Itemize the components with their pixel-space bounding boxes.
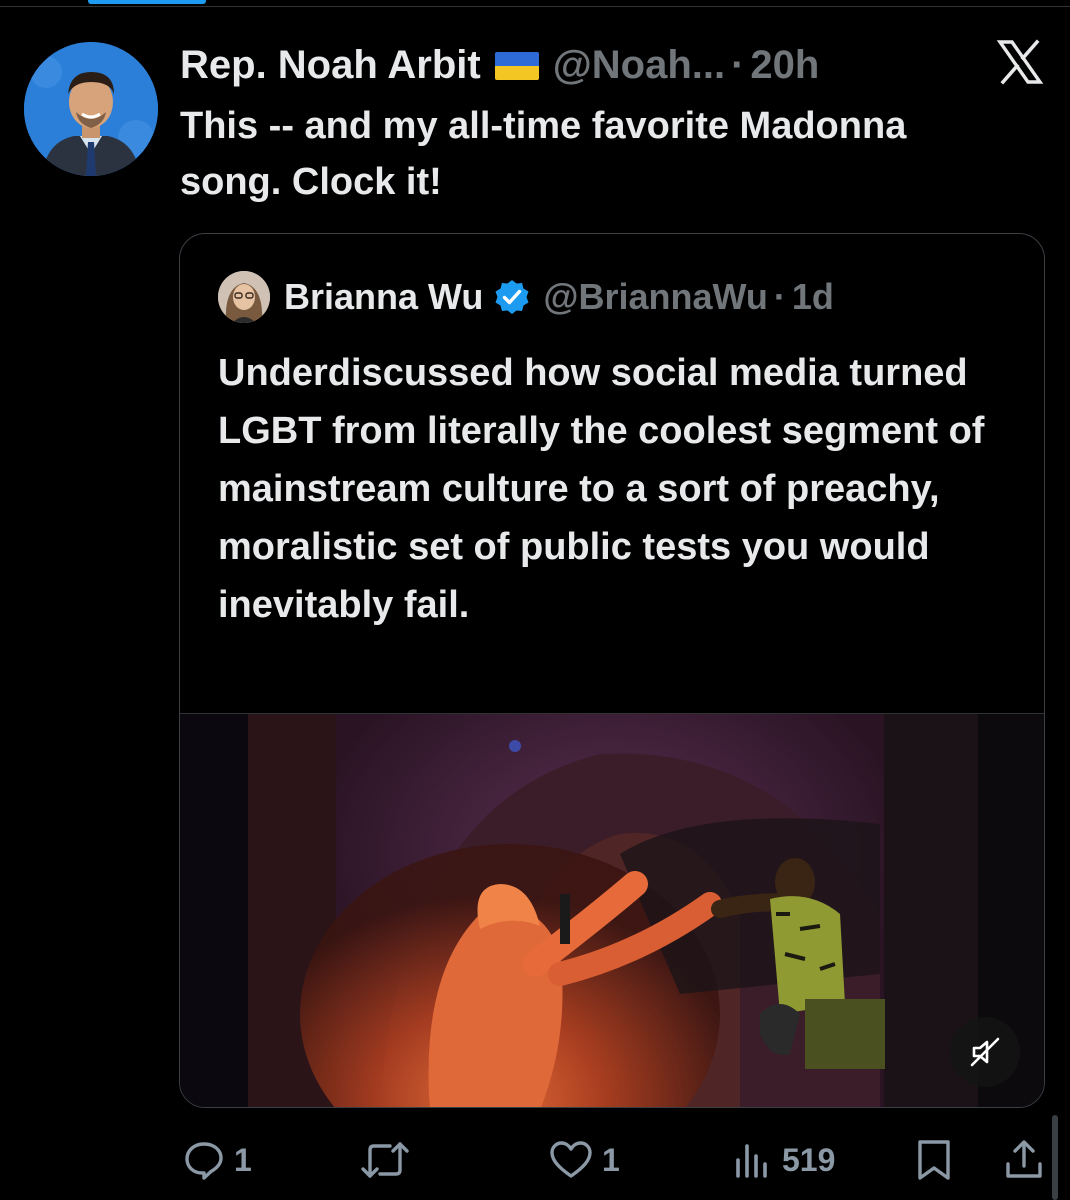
tweet-action-bar: 1 1 519	[0, 1130, 1070, 1190]
like-button[interactable]: 1	[548, 1130, 620, 1190]
like-count: 1	[602, 1141, 620, 1178]
author-name[interactable]: Rep. Noah Arbit	[180, 40, 481, 90]
heart-icon	[550, 1141, 592, 1178]
share-icon	[1006, 1140, 1042, 1178]
repost-icon	[361, 1142, 409, 1178]
reply-count: 1	[234, 1141, 252, 1178]
verified-badge-icon	[495, 280, 529, 314]
active-tab-indicator	[88, 0, 206, 4]
mute-button[interactable]	[950, 1017, 1020, 1087]
quoted-author-avatar-image	[218, 271, 270, 323]
author-avatar-image	[24, 42, 158, 176]
reply-button[interactable]: 1	[182, 1130, 252, 1190]
quoted-tweet-text: Underdiscussed how social media turned L…	[218, 352, 985, 626]
quoted-author-avatar[interactable]	[218, 271, 270, 323]
x-logo-icon[interactable]	[996, 38, 1044, 86]
bookmark-icon	[918, 1140, 950, 1180]
author-handle[interactable]: @Noah...	[553, 40, 725, 90]
quoted-tweet-header: Brianna Wu @BriannaWu · 1d	[218, 270, 834, 324]
reply-icon	[185, 1142, 223, 1180]
quoted-tweet-video[interactable]	[180, 713, 1044, 1107]
view-count: 519	[782, 1141, 836, 1178]
tweet-time[interactable]: 20h	[750, 40, 819, 90]
video-frame	[180, 714, 1044, 1107]
quoted-tweet-time[interactable]: 1d	[792, 270, 834, 324]
tweet-text: This -- and my all-time favorite Madonna…	[180, 105, 907, 203]
header-separator: ·	[731, 43, 745, 87]
ukraine-flag-icon	[494, 52, 539, 80]
quoted-author-name[interactable]: Brianna Wu	[284, 270, 483, 324]
share-button[interactable]	[1002, 1130, 1046, 1190]
views-icon	[736, 1144, 767, 1178]
quoted-tweet-card[interactable]: Brianna Wu @BriannaWu · 1d Underdiscusse…	[179, 233, 1045, 1108]
mute-icon	[970, 1037, 1000, 1067]
bookmark-button[interactable]	[914, 1130, 954, 1190]
repost-button[interactable]	[360, 1130, 410, 1190]
quoted-author-handle[interactable]: @BriannaWu	[543, 270, 767, 324]
scrollbar[interactable]	[1052, 1115, 1058, 1200]
tweet-header: Rep. Noah Arbit @Noah... · 20h	[180, 40, 819, 90]
views-button[interactable]: 519	[732, 1130, 835, 1190]
author-avatar[interactable]	[24, 42, 158, 176]
quoted-header-separator: ·	[773, 276, 786, 317]
